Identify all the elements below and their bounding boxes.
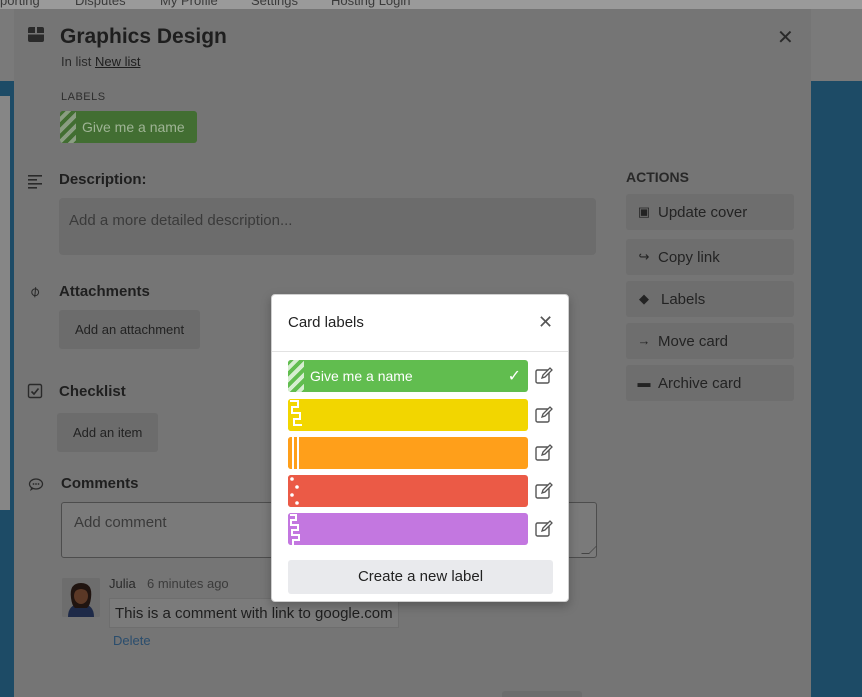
nav-item[interactable]: Disputes: [75, 0, 126, 8]
arrow-right-icon: →: [637, 333, 651, 348]
label-option-red[interactable]: [288, 475, 528, 507]
comment-time: 6 minutes ago: [147, 576, 229, 591]
close-card-icon[interactable]: ✕: [777, 25, 794, 50]
description-placeholder: Add a more detailed description...: [69, 212, 293, 229]
label-pattern: [288, 399, 304, 431]
edit-label-icon[interactable]: [535, 367, 553, 385]
nav-item[interactable]: Settings: [251, 0, 298, 8]
edit-label-icon[interactable]: [535, 444, 553, 462]
label-option-purple[interactable]: [288, 513, 528, 545]
checkbox-icon: [27, 383, 43, 399]
update-cover-button[interactable]: ▣ Update cover: [626, 194, 794, 230]
card-label-name: Give me a name: [82, 119, 185, 135]
label-pattern: [60, 111, 76, 143]
edit-label-icon[interactable]: [535, 482, 553, 500]
attachments-title: Attachments: [59, 283, 150, 300]
paperclip-icon: ⌀: [25, 282, 44, 302]
nav-item[interactable]: Hosting Login: [331, 0, 411, 8]
nav-item[interactable]: porting: [0, 0, 40, 8]
comment-placeholder: Add comment: [74, 514, 167, 531]
popover-title: Card labels: [288, 314, 364, 331]
comments-title: Comments: [61, 475, 139, 492]
trash-icon: ▬: [637, 375, 651, 390]
copy-link-button[interactable]: ↪ Copy link: [626, 239, 794, 275]
comment-icon: [28, 478, 44, 491]
board-column: [0, 96, 10, 510]
label-pattern: [288, 475, 304, 507]
close-popover-icon[interactable]: ✕: [538, 312, 553, 333]
move-card-button[interactable]: → Move card: [626, 323, 794, 359]
description-title: Description:: [59, 171, 147, 188]
avatar: [62, 578, 100, 617]
image-icon: ▣: [637, 204, 651, 219]
top-navigation: porting Disputes My Profile Settings Hos…: [0, 0, 862, 9]
labels-heading: LABELS: [61, 91, 106, 103]
label-name: Give me a name: [310, 368, 413, 384]
comment-text[interactable]: This is a comment with link to google.co…: [109, 598, 399, 628]
nav-item[interactable]: My Profile: [160, 0, 218, 8]
delete-comment-link[interactable]: Delete: [113, 633, 151, 648]
archive-card-button[interactable]: ▬ Archive card: [626, 365, 794, 401]
card-label-chip[interactable]: Give me a name: [60, 111, 197, 143]
label-pattern: [288, 437, 304, 469]
description-icon: [28, 175, 42, 189]
in-list-prefix: In list: [61, 54, 92, 69]
checklist-title: Checklist: [59, 383, 126, 400]
label-pattern: [288, 513, 304, 545]
divider: [272, 351, 568, 352]
share-arrow-icon: ↪: [638, 249, 650, 264]
add-attachment-button[interactable]: Add an attachment: [59, 310, 201, 349]
create-label-button[interactable]: Create a new label: [288, 560, 553, 594]
action-label: Archive card: [658, 375, 742, 392]
resize-handle[interactable]: [581, 546, 597, 554]
label-pattern: [288, 360, 304, 392]
labels-button[interactable]: ◆ Labels: [626, 281, 794, 317]
tags-icon: ◆: [639, 291, 649, 306]
list-info: In list New list: [61, 54, 140, 69]
comment-author: Julia: [109, 576, 136, 591]
save-button-partial[interactable]: [502, 691, 582, 697]
label-option-orange[interactable]: [288, 437, 528, 469]
label-option-yellow[interactable]: [288, 399, 528, 431]
description-input[interactable]: Add a more detailed description...: [59, 198, 596, 255]
card-labels-popover: Card labels ✕ Give me a name ✓ Create a …: [271, 294, 569, 602]
add-item-button[interactable]: Add an item: [57, 413, 159, 452]
edit-label-icon[interactable]: [535, 520, 553, 538]
action-label: Copy link: [658, 249, 720, 266]
label-option-green[interactable]: Give me a name ✓: [288, 360, 528, 392]
checkmark-icon: ✓: [507, 368, 521, 385]
action-label: Move card: [658, 333, 729, 350]
action-label: Update cover: [658, 204, 748, 221]
card-icon: [28, 27, 44, 42]
actions-heading: ACTIONS: [626, 169, 689, 185]
edit-label-icon[interactable]: [535, 406, 553, 424]
list-link[interactable]: New list: [95, 54, 141, 69]
card-title[interactable]: Graphics Design: [60, 25, 227, 49]
action-label: Labels: [661, 291, 706, 308]
